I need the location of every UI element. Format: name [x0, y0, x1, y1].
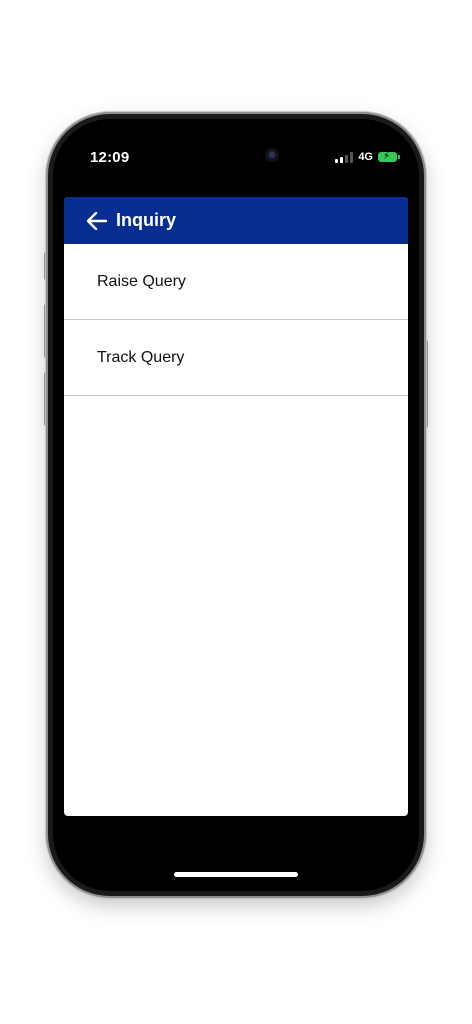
app-bar: Inquiry — [64, 197, 408, 244]
menu-item-track-query[interactable]: Track Query — [64, 320, 408, 396]
menu-item-label: Raise Query — [97, 272, 186, 290]
page-title: Inquiry — [116, 210, 177, 230]
network-type-label: 4G — [358, 151, 373, 163]
device-stage: 12:09 4G ⚡ Inquiry Raise Query Track Que… — [0, 0, 472, 1024]
back-button[interactable] — [86, 210, 108, 232]
phone-display: 12:09 4G ⚡ Inquiry Raise Query Track Que… — [53, 119, 419, 891]
menu-item-label: Track Query — [97, 348, 185, 366]
app-screen: Inquiry Raise Query Track Query — [64, 197, 408, 816]
front-camera-icon — [265, 148, 279, 162]
arrow-left-icon — [87, 211, 107, 230]
menu-item-raise-query[interactable]: Raise Query — [64, 244, 408, 320]
status-indicators: 4G ⚡ — [335, 151, 400, 163]
phone-frame: 12:09 4G ⚡ Inquiry Raise Query Track Que… — [48, 114, 424, 896]
battery-charging-icon: ⚡ — [378, 151, 400, 162]
power-button — [424, 340, 428, 428]
status-time: 12:09 — [90, 149, 130, 166]
cellular-signal-icon — [335, 151, 354, 163]
home-indicator[interactable] — [174, 872, 298, 877]
